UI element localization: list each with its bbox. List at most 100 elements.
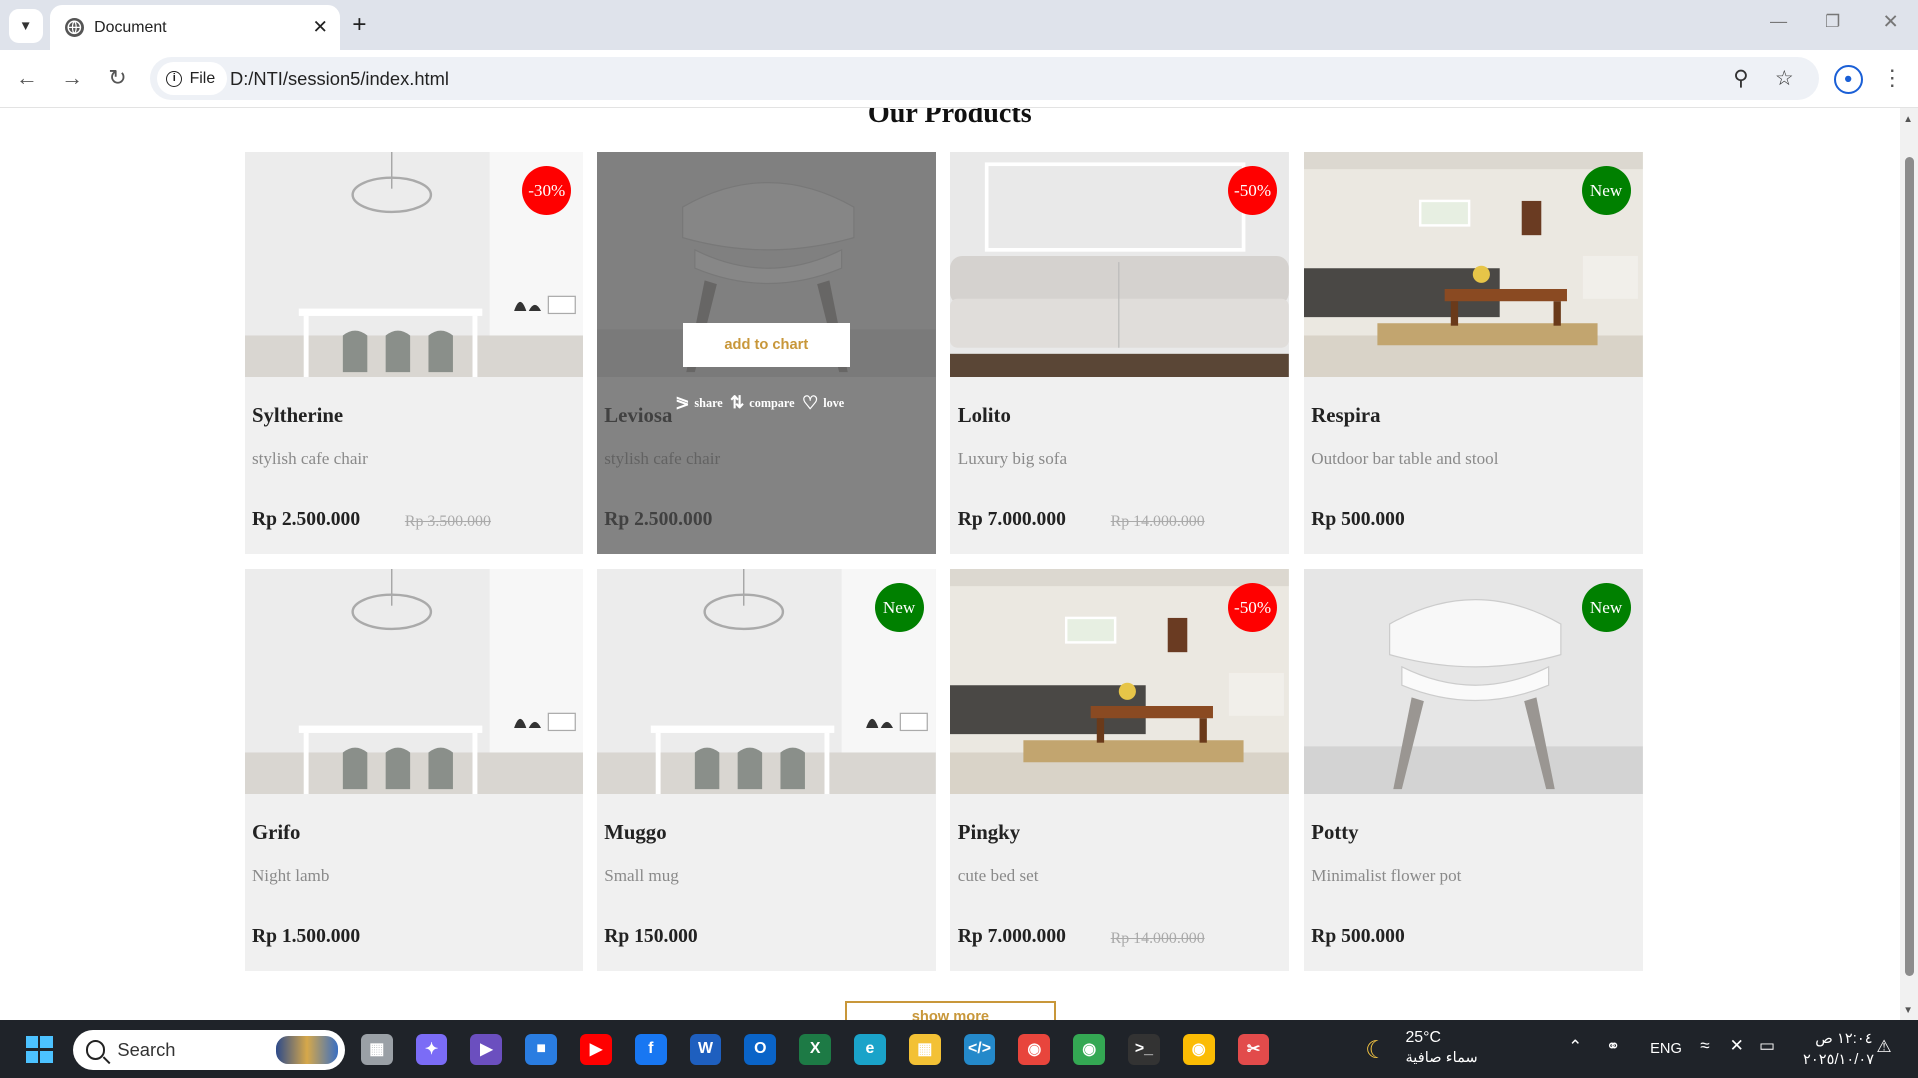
product-actions: ⪖ share ⇅ compare ♡ love (675, 393, 844, 414)
heart-icon: ♡ (801, 392, 819, 413)
excel-icon[interactable]: X (799, 1033, 832, 1066)
back-icon[interactable]: ← (13, 65, 40, 92)
product-card[interactable]: Muggo Small mug Rp 150.000 New (596, 568, 936, 972)
taskbar-search-box[interactable]: Search (73, 1029, 345, 1071)
product-card[interactable]: Leviosastylish cafe chairRp 2.500.000add… (596, 151, 936, 555)
active-tab[interactable]: Document ✕ (50, 4, 341, 51)
product-badge: New (1581, 166, 1631, 216)
media-player-icon[interactable]: ▶ (470, 1033, 503, 1066)
share-action[interactable]: ⪖ share (675, 393, 723, 413)
facebook-icon[interactable]: f (634, 1033, 667, 1066)
product-card[interactable]: Lolito Luxury big sofa Rp 7.000.000 Rp 14.0… (950, 151, 1290, 555)
chrome-profile-mo-icon[interactable]: ◉ (1018, 1033, 1051, 1066)
chevron-down-icon: ▼ (19, 18, 33, 34)
compare-label: compare (749, 395, 795, 410)
task-view-icon[interactable]: ▦ (360, 1033, 393, 1066)
notification-bell-icon[interactable]: ⚠ (1876, 1037, 1891, 1057)
show-more-button[interactable]: show more (845, 1000, 1056, 1021)
zoom-icon[interactable]: ⚲ (1733, 66, 1748, 91)
product-card[interactable]: Potty Minimalist flower pot Rp 500.000 New (1303, 568, 1643, 972)
share-icon: ⪖ (675, 393, 690, 413)
product-name: Pingky (957, 820, 1021, 844)
language-indicator[interactable]: ENG (1650, 1041, 1682, 1057)
compare-action[interactable]: ⇅ compare (730, 393, 794, 413)
love-action[interactable]: ♡ love (802, 393, 844, 414)
product-name: Respira (1311, 403, 1381, 427)
scroll-down-icon[interactable]: ▼ (1903, 1005, 1913, 1016)
restore-icon[interactable]: ❐ (1825, 12, 1840, 32)
page-viewport: Our Products Syltherine stylish cafe chai… (0, 107, 1900, 1021)
bookmark-star-icon[interactable]: ☆ (1775, 66, 1794, 91)
forward-icon[interactable]: → (59, 65, 86, 92)
url-text: D:/NTI/session5/index.html (229, 68, 449, 90)
product-old-price: Rp 14.000.000 (1110, 929, 1205, 947)
menu-kebab-icon[interactable]: ⋮ (1879, 65, 1906, 92)
product-card[interactable]: Grifo Night lamb Rp 1.500.000 (244, 568, 584, 972)
outlook-icon[interactable]: O (744, 1033, 777, 1066)
info-icon: i (166, 70, 183, 87)
product-description: Small mug (604, 866, 679, 886)
copilot-icon[interactable]: ✦ (415, 1033, 448, 1066)
share-label: share (694, 395, 723, 410)
taskbar: Search ▦ ✦ ▶ ■ ▶ f W O Xe ▦ </> ◉ ◉ >_ ◉ ✂ ☾ 25°C سماء … (0, 1020, 1918, 1078)
wifi-icon[interactable]: ≈ (1700, 1036, 1709, 1056)
terminal-icon[interactable]: >_ (1128, 1033, 1160, 1066)
clock-time[interactable]: ١٢:٠٤ ص (1815, 1030, 1872, 1047)
product-name: Grifo (251, 820, 301, 844)
product-old-price: Rp 3.500.000 (404, 512, 491, 530)
product-name: Potty (1311, 820, 1359, 844)
sync-icon[interactable]: ⚭ (1606, 1037, 1620, 1057)
product-description: Outdoor bar table and stool (1311, 448, 1499, 468)
url-scheme-label: File (189, 69, 216, 87)
chevron-up-icon[interactable]: ⌃ (1568, 1037, 1582, 1057)
product-price: Rp 7.000.000 (957, 508, 1066, 530)
chrome-icon[interactable]: ◉ (1182, 1033, 1215, 1066)
weather-description[interactable]: سماء صافية (1405, 1049, 1477, 1066)
store-icon[interactable]: ■ (525, 1033, 558, 1066)
site-info-chip[interactable]: i File (156, 62, 228, 96)
product-price: Rp 500.000 (1311, 925, 1405, 947)
add-to-cart-button[interactable]: add to chart (682, 322, 851, 367)
address-bar[interactable]: i File D:/NTI/session5/index.html ⚲ ☆ (150, 57, 1819, 101)
minimize-icon[interactable]: — (1770, 12, 1787, 32)
product-card[interactable]: Pingky cute bed set Rp 7.000.000 Rp 14.000.… (950, 568, 1290, 972)
taskbar-search-label: Search (117, 1039, 176, 1061)
product-price: Rp 1.500.000 (251, 925, 361, 947)
product-price: Rp 7.000.000 (957, 925, 1066, 947)
product-badge: -50% (1228, 166, 1278, 216)
product-price: Rp 500.000 (1311, 508, 1405, 530)
battery-icon[interactable]: ▭ (1759, 1036, 1775, 1056)
profile-icon[interactable]: ● (1833, 64, 1863, 95)
vscode-icon[interactable]: </> (963, 1033, 996, 1066)
product-image (244, 568, 584, 794)
weather-temperature[interactable]: 25°C (1405, 1029, 1441, 1047)
snipping-tool-icon[interactable]: ✂ (1237, 1033, 1270, 1066)
tab-search-button[interactable]: ▼ (8, 8, 43, 43)
new-tab-button[interactable]: + (352, 10, 366, 39)
youtube-icon[interactable]: ▶ (580, 1033, 612, 1066)
browser-toolbar: ← → ↻ i File D:/NTI/session5/index.html … (0, 50, 1918, 108)
close-tab-icon[interactable]: ✕ (312, 16, 327, 38)
product-name: Lolito (957, 403, 1011, 427)
vertical-scrollbar[interactable]: ▲ ▼ (1899, 107, 1918, 1021)
product-card[interactable]: Syltherine stylish cafe chair Rp 2.500.000… (244, 151, 584, 555)
reload-icon[interactable]: ↻ (104, 65, 131, 92)
product-badge: New (874, 583, 924, 633)
love-label: love (823, 395, 845, 410)
scroll-up-icon[interactable]: ▲ (1903, 114, 1913, 125)
globe-icon (64, 17, 85, 38)
chrome-profile-i-icon[interactable]: ◉ (1073, 1033, 1106, 1066)
edge-icon[interactable]: e (854, 1033, 886, 1066)
product-price: Rp 150.000 (604, 925, 698, 947)
word-icon[interactable]: W (689, 1033, 722, 1066)
search-highlight-image (276, 1036, 338, 1065)
close-window-icon[interactable]: ✕ (1883, 10, 1899, 34)
clock-date[interactable]: ٢٠٢٥/١٠/٠٧ (1803, 1051, 1874, 1068)
compare-icon: ⇅ (730, 393, 745, 413)
windows-start-icon[interactable] (25, 1036, 53, 1063)
volume-muted-icon[interactable]: ✕ (1730, 1036, 1744, 1056)
scrollbar-thumb[interactable] (1904, 156, 1915, 977)
product-card[interactable]: Respira Outdoor bar table and stool Rp 500… (1303, 151, 1643, 555)
product-description: stylish cafe chair (251, 448, 368, 468)
file-explorer-icon[interactable]: ▦ (908, 1033, 941, 1066)
